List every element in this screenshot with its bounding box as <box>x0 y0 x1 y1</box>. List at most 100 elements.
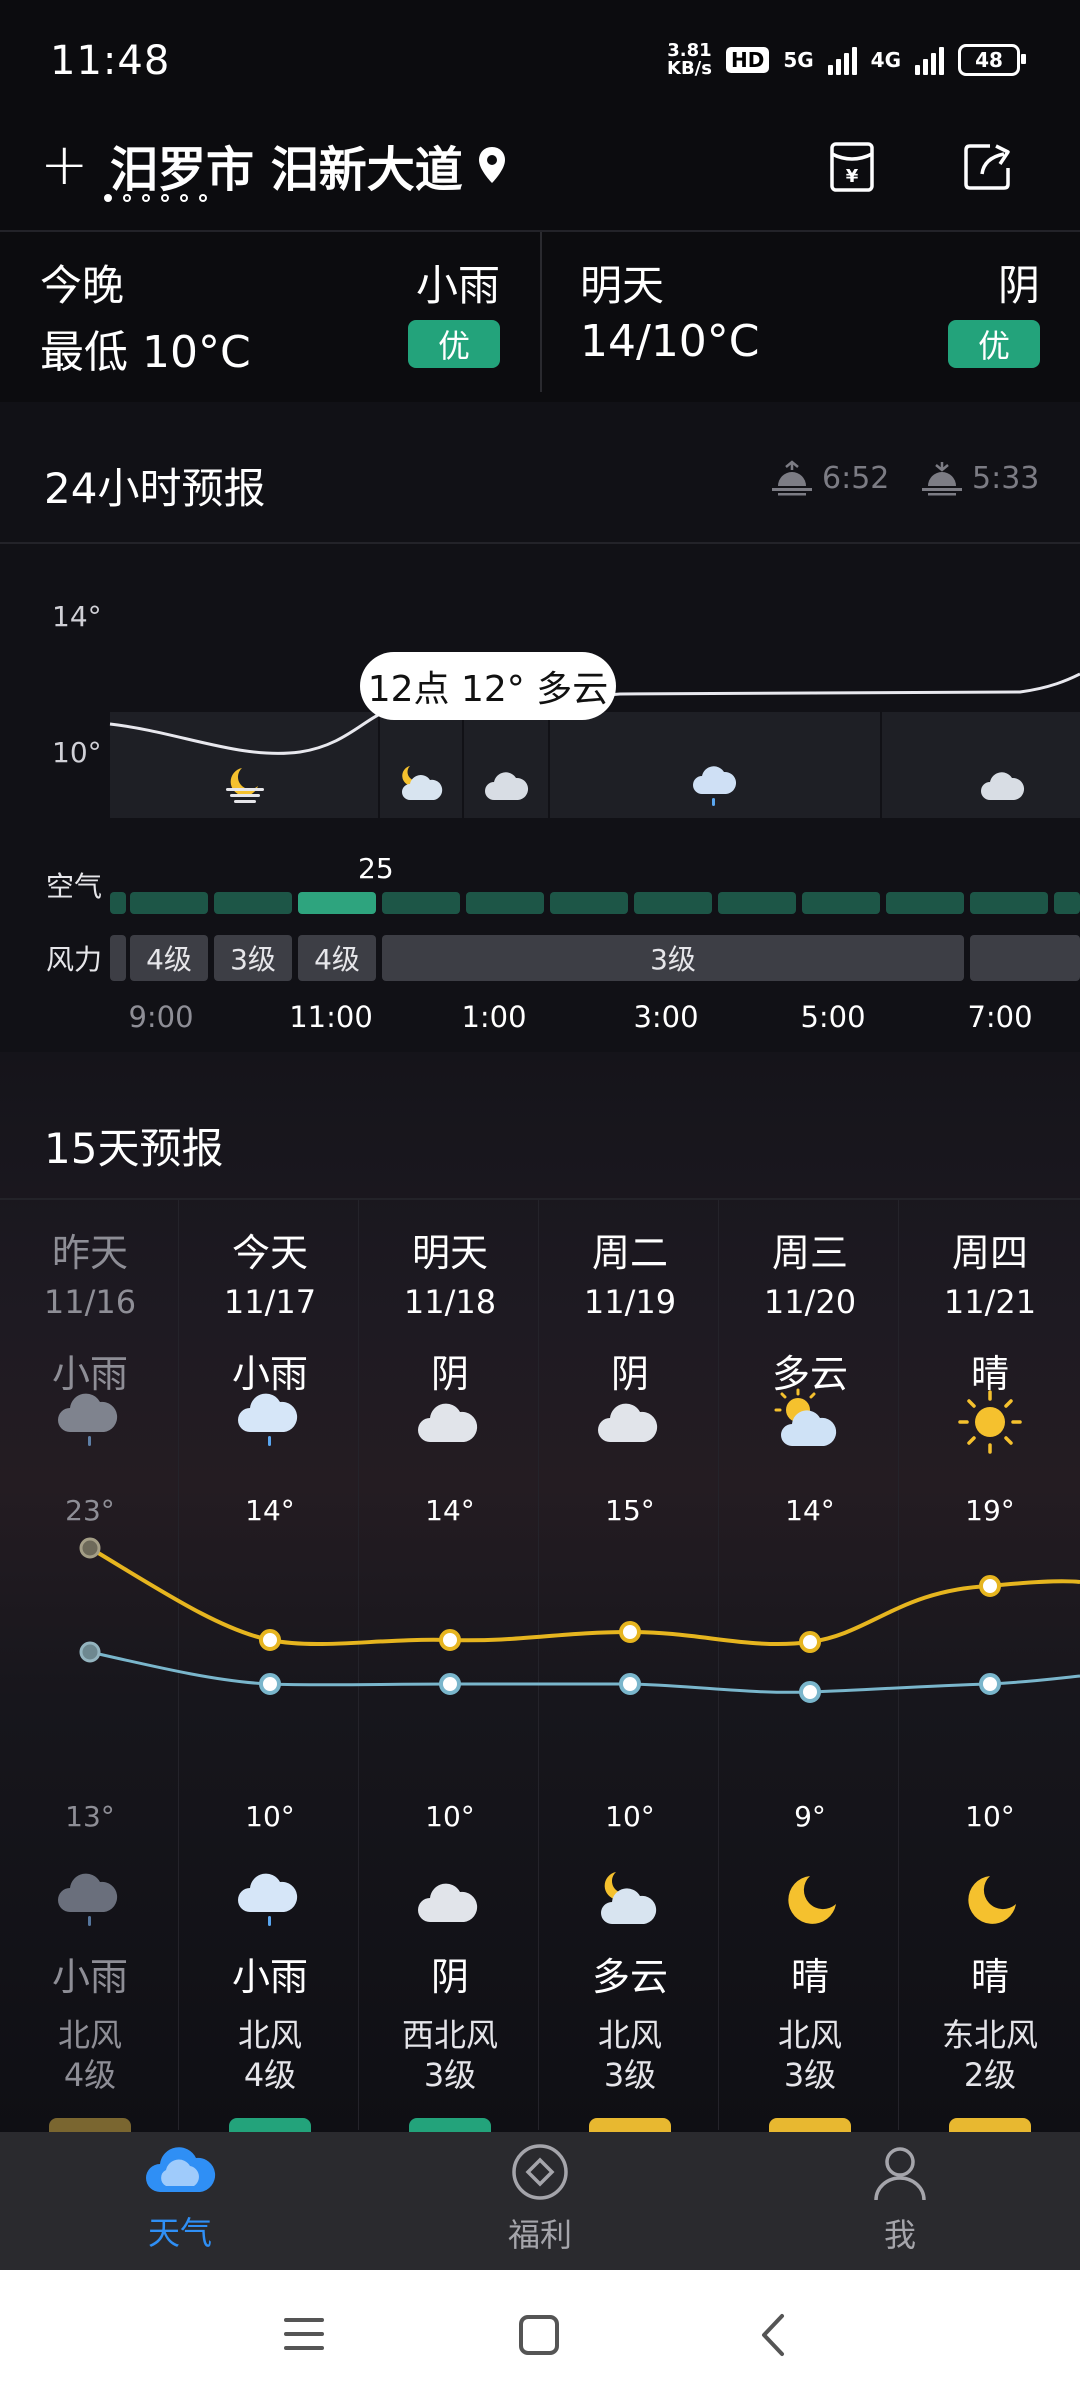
tonight-temp: 最低 10°C <box>40 327 251 378</box>
aqi-bar <box>970 892 1048 914</box>
sunrise-icon <box>772 460 812 496</box>
cloud-icon <box>981 772 1025 800</box>
day-column[interactable]: 昨天 11/16 小雨 <box>0 1222 180 1398</box>
day-name: 昨天 <box>51 1231 128 1275</box>
nav-welfare[interactable]: 福利 <box>440 2142 640 2256</box>
tomorrow-weather: 阴 <box>997 261 1040 310</box>
aqi-bar <box>214 892 292 914</box>
day-column[interactable]: 周三 11/20 多云 <box>720 1222 900 1398</box>
low-temp-dots <box>79 1641 1001 1703</box>
high-temp-dot <box>979 1575 1001 1597</box>
tonight-card[interactable]: 今晚 小雨 最低 10°C 优 <box>0 232 540 392</box>
day-name: 明天 <box>411 1231 488 1275</box>
tonight-weather: 小雨 <box>415 261 500 310</box>
tomorrow-label: 明天 <box>580 261 665 310</box>
low-temp-dot <box>979 1673 1001 1695</box>
yuan-card-icon[interactable]: ¥ <box>824 138 880 194</box>
wind-level: 4级 <box>63 2056 117 2094</box>
bottom-nav: 天气 福利 我 <box>0 2132 1080 2270</box>
low-temp-dot <box>439 1673 461 1695</box>
day-low-temp: 10° <box>245 1800 295 1833</box>
aqi-indicator <box>409 2118 491 2132</box>
moon-icon <box>788 1876 836 1924</box>
sunset-time: 5:33 <box>972 460 1040 496</box>
nav-me[interactable]: 我 <box>800 2142 1000 2256</box>
weather-cloud-icon <box>146 2147 216 2192</box>
battery-icon: 48 <box>958 44 1026 76</box>
day-night-info: 晴 东北风 2级 <box>900 1946 1080 2095</box>
wind-direction: 北风 <box>597 2016 662 2054</box>
divider <box>0 542 1080 544</box>
aqi-bar <box>634 892 712 914</box>
share-icon[interactable] <box>960 138 1016 194</box>
low-temp-dot <box>259 1673 281 1695</box>
aqi-indicator <box>949 2118 1031 2132</box>
nav-label: 福利 <box>507 2216 572 2254</box>
time-tick: 9:00 <box>128 1000 194 1034</box>
moon-icon <box>968 1876 1016 1924</box>
y-axis-high: 14° <box>52 600 102 633</box>
back-icon[interactable] <box>758 2312 788 2358</box>
day-column[interactable]: 周四 11/21 晴 <box>900 1222 1080 1398</box>
aqi-indicator <box>589 2118 671 2132</box>
day-weather: 阴 <box>610 1352 649 1396</box>
wind-direction: 东北风 <box>941 2016 1038 2054</box>
day-column[interactable]: 今天 11/17 小雨 <box>180 1222 360 1398</box>
day-date: 11/16 <box>43 1283 137 1321</box>
wind-bar <box>110 935 126 981</box>
cloud-rain-icon <box>58 1393 118 1446</box>
svg-text:¥: ¥ <box>846 166 859 187</box>
wind-direction: 北风 <box>237 2016 302 2054</box>
night-weather: 阴 <box>430 1955 469 1999</box>
wind-bar: 3级 <box>382 935 964 981</box>
sun-icon <box>958 1390 1022 1454</box>
page-dot <box>180 194 188 202</box>
nav-label: 天气 <box>147 2214 212 2252</box>
wind-level: 2级 <box>963 2056 1017 2094</box>
night-weather: 晴 <box>970 1955 1009 1999</box>
cloud-icon <box>485 772 529 800</box>
day-column[interactable]: 明天 11/18 阴 <box>360 1222 540 1398</box>
time-tick: 5:00 <box>800 1000 866 1034</box>
signal-icon <box>915 45 944 75</box>
page-indicator <box>104 194 207 202</box>
day-date: 11/17 <box>223 1283 317 1321</box>
day-name: 周二 <box>591 1231 668 1275</box>
day-low-temp: 10° <box>605 1800 655 1833</box>
high-temp-dot <box>259 1629 281 1651</box>
page-dot <box>142 194 150 202</box>
day-night-info: 小雨 北风 4级 <box>180 1946 360 2095</box>
wind-row-label: 风力 <box>46 943 103 976</box>
day-column[interactable]: 周二 11/19 阴 <box>540 1222 720 1398</box>
cloud-rain-icon <box>238 1873 298 1926</box>
tomorrow-card[interactable]: 明天 阴 14/10°C 优 <box>540 232 1080 392</box>
aqi-bar <box>1054 892 1080 914</box>
day-date: 11/19 <box>583 1283 677 1321</box>
tomorrow-temp: 14/10°C <box>580 316 760 367</box>
cloud-rain-icon <box>693 766 737 806</box>
aqi-indicator <box>49 2118 131 2132</box>
net-speed: 3.81 KB/s <box>667 40 712 79</box>
cloud-icon <box>418 1883 478 1922</box>
low-temp-dot <box>799 1681 821 1703</box>
location-pin-icon <box>478 147 505 183</box>
day-name: 今天 <box>231 1231 308 1275</box>
low-temp-line <box>89 1650 1080 1694</box>
day-date: 11/18 <box>403 1283 497 1321</box>
menu-icon[interactable] <box>282 2314 326 2354</box>
signal-icon <box>827 45 857 75</box>
day-night-info: 小雨 北风 4级 <box>0 1946 180 2095</box>
nav-weather[interactable]: 天气 <box>80 2142 280 2254</box>
night-weather: 多云 <box>591 1955 668 1999</box>
location-title[interactable]: 汨罗市 汨新大道 <box>110 130 507 200</box>
wind-level: 3级 <box>783 2056 837 2094</box>
page-dot <box>199 194 207 202</box>
wind-level: 3级 <box>423 2056 477 2094</box>
sunrise-info: 6:52 <box>770 460 889 496</box>
aqi-row-label: 空气 <box>46 870 103 903</box>
cloud-icon <box>598 1403 658 1442</box>
add-city-button[interactable]: + <box>40 130 89 198</box>
home-icon[interactable] <box>518 2314 560 2356</box>
day-low-temp: 10° <box>965 1800 1015 1833</box>
welfare-diamond-icon <box>512 2144 568 2200</box>
